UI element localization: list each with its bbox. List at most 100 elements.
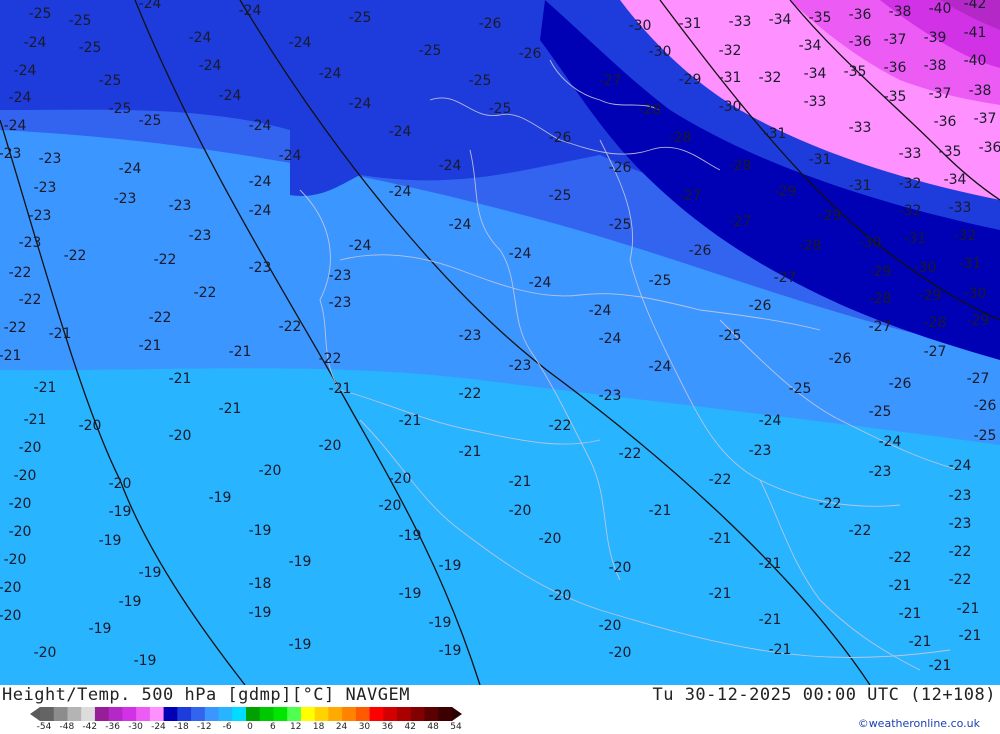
temperature-label: -25 — [99, 73, 122, 89]
temperature-label: -22 — [319, 351, 342, 367]
temperature-label: -24 — [589, 303, 612, 319]
legend-swatch — [438, 707, 453, 721]
temperature-label: -24 — [349, 238, 372, 254]
temperature-label: -31 — [764, 126, 787, 142]
legend-swatch — [259, 707, 274, 721]
legend-tick-label: 24 — [335, 722, 348, 732]
temperature-label: -24 — [949, 458, 972, 474]
temperature-label: -19 — [399, 528, 422, 544]
temperature-label: -23 — [459, 328, 482, 344]
legend-swatch — [287, 707, 302, 721]
temperature-label: -33 — [899, 146, 922, 162]
temperature-label: -38 — [969, 83, 992, 99]
temperature-label: -23 — [34, 180, 57, 196]
temperature-label: -41 — [964, 25, 987, 41]
temperature-label: -32 — [899, 176, 922, 192]
legend-swatch — [328, 707, 343, 721]
temperature-label: -29 — [774, 184, 797, 200]
temperature-label: -26 — [519, 46, 542, 62]
temperature-label: -25 — [489, 101, 512, 117]
temperature-label: -27 — [924, 344, 947, 360]
temperature-label: -25 — [789, 381, 812, 397]
temperature-label: -25 — [549, 188, 572, 204]
legend-swatch — [232, 707, 247, 721]
legend-tick-label: -54 — [36, 722, 52, 732]
temperature-label: -21 — [219, 401, 242, 417]
temperature-label: -23 — [189, 228, 212, 244]
temperature-label: -19 — [209, 490, 232, 506]
legend-swatch — [163, 707, 178, 721]
legend-tick-label: 42 — [404, 722, 416, 732]
legend-swatch — [397, 707, 412, 721]
temperature-label: -36 — [979, 140, 1000, 156]
temperature-label: -26 — [889, 376, 912, 392]
temperature-label: -20 — [509, 503, 532, 519]
temperature-label: -24 — [879, 434, 902, 450]
temperature-label: -32 — [759, 70, 782, 86]
temperature-label: -40 — [964, 53, 987, 69]
legend-tick-label: -12 — [196, 722, 212, 732]
temperature-label: -29 — [967, 313, 990, 329]
legend-swatch — [246, 707, 261, 721]
legend-swatch — [355, 707, 371, 721]
temperature-label: -23 — [329, 268, 352, 284]
temperature-label: -20 — [549, 588, 572, 604]
temperature-label: -24 — [199, 58, 222, 74]
temperature-label: -19 — [109, 504, 132, 520]
temperature-label: -23 — [949, 488, 972, 504]
temperature-label: -22 — [889, 550, 912, 566]
temperature-label: -21 — [769, 642, 792, 658]
temperature-label: -26 — [974, 398, 997, 414]
temperature-label: -22 — [149, 310, 172, 326]
temperature-label: -27 — [774, 270, 797, 286]
temperature-label: -24 — [319, 66, 342, 82]
temperature-label: -35 — [809, 10, 832, 26]
temperature-label: -33 — [949, 200, 972, 216]
temperature-label: -24 — [24, 35, 47, 51]
temperature-label: -39 — [924, 30, 947, 46]
temperature-label: -20 — [79, 418, 102, 434]
temperature-label: -23 — [869, 464, 892, 480]
temperature-label: -21 — [899, 606, 922, 622]
temperature-label: -24 — [439, 158, 462, 174]
legend-tick-label: -42 — [82, 722, 98, 732]
temperature-label: -33 — [849, 120, 872, 136]
temperature-label: -20 — [4, 552, 27, 568]
temperature-label: -38 — [889, 4, 912, 20]
temperature-label: -24 — [289, 35, 312, 51]
temperature-label: -18 — [249, 576, 272, 592]
temperature-label: -19 — [439, 643, 462, 659]
temperature-label: -24 — [529, 275, 552, 291]
temperature-label: -35 — [844, 64, 867, 80]
temperature-label: -22 — [709, 472, 732, 488]
legend-swatch — [40, 707, 55, 721]
legend-swatch — [314, 707, 329, 721]
temperature-field: -25 -25-24 -24 -25 -26 -30 -31 -33 -34 -35 -36 -38-… — [0, 0, 1000, 686]
temperature-label: -23 — [949, 516, 972, 532]
legend-swatch — [122, 707, 137, 721]
temperature-label: -36 — [849, 34, 872, 50]
map-title: Height/Temp. 500 hPa [gdmp][°C] NAVGEM — [2, 685, 410, 705]
temperature-label: -24 — [119, 161, 142, 177]
temperature-label: -19 — [99, 533, 122, 549]
temperature-label: -34 — [804, 66, 827, 82]
temperature-label: -35 — [884, 89, 907, 105]
legend-swatch — [204, 707, 220, 721]
temperature-label: -31 — [719, 70, 742, 86]
credit-link[interactable]: ©weatheronline.co.uk — [858, 717, 980, 730]
valid-time: Tu 30-12-2025 00:00 UTC (12+108) — [652, 685, 996, 705]
legend-tick-label: -30 — [128, 722, 143, 732]
temperature-label: -25 — [419, 43, 442, 59]
legend-tick-label: -48 — [59, 722, 75, 732]
temperature-label: -19 — [289, 637, 312, 653]
temperature-label: -37 — [974, 111, 997, 127]
temperature-label: -24 — [139, 0, 162, 12]
temperature-label: -23 — [29, 208, 52, 224]
temperature-label: -21 — [139, 338, 162, 354]
temperature-label: -22 — [194, 285, 217, 301]
temperature-label: -20 — [109, 476, 132, 492]
temperature-label: -24 — [189, 30, 212, 46]
temperature-label: -27 — [679, 188, 702, 204]
legend-swatch — [108, 707, 123, 721]
temperature-label: -21 — [49, 326, 72, 342]
